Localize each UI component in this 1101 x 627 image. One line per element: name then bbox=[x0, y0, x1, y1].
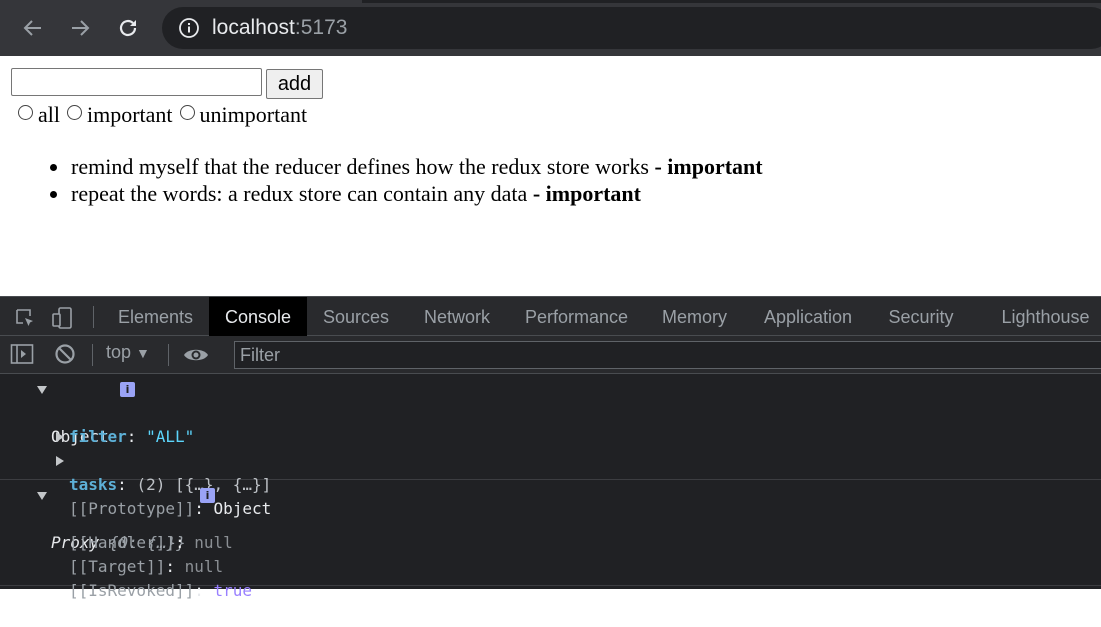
address-bar[interactable]: localhost:5173 bbox=[162, 7, 1101, 49]
tab-strip bbox=[362, 0, 1101, 3]
property-row: [[IsRevoked]]: true bbox=[69, 581, 253, 600]
console-log-proxy: Proxy {0: {…}} i [[Handler]]: null [[Tar… bbox=[0, 480, 1101, 600]
reload-icon bbox=[119, 19, 137, 37]
note-text: repeat the words: a redux store can cont… bbox=[71, 181, 533, 206]
separator bbox=[92, 344, 93, 366]
console-output: Object i filter: "ALL" tasks: (2) [{…}, … bbox=[0, 374, 1101, 600]
log-header[interactable]: Object i bbox=[0, 377, 1101, 446]
property-key: [[IsRevoked]] bbox=[69, 581, 195, 600]
info-icon[interactable] bbox=[178, 17, 200, 44]
expand-triangle-icon[interactable] bbox=[37, 386, 47, 394]
url-host: localhost bbox=[212, 16, 295, 39]
url-port: :5173 bbox=[294, 16, 348, 39]
inspect-element-icon[interactable] bbox=[14, 307, 36, 334]
note-status: - important bbox=[532, 181, 641, 206]
property-value: true bbox=[213, 581, 253, 600]
tab-console[interactable]: Console bbox=[209, 297, 307, 336]
radio-unimportant-label[interactable]: unimportant bbox=[200, 102, 308, 128]
tab-security[interactable]: Security bbox=[877, 297, 965, 336]
expand-triangle-icon[interactable] bbox=[37, 492, 47, 500]
notes-list: remind myself that the reducer defines h… bbox=[50, 153, 763, 207]
log-header[interactable]: Proxy {0: {…}} i bbox=[0, 483, 1101, 552]
tab-memory[interactable]: Memory bbox=[650, 297, 739, 336]
note-text: remind myself that the reducer defines h… bbox=[71, 154, 655, 179]
info-badge-icon[interactable]: i bbox=[120, 382, 135, 397]
property-row[interactable]: [[Prototype]]: Object bbox=[0, 449, 1101, 518]
filter-radios: all important unimportant bbox=[18, 102, 314, 128]
console-filter[interactable] bbox=[234, 341, 1101, 369]
tab-performance[interactable]: Performance bbox=[515, 297, 638, 336]
console-toolbar: top ▼ bbox=[0, 336, 1101, 374]
property-row: filter: "ALL" bbox=[69, 427, 195, 446]
reload-button[interactable] bbox=[114, 14, 142, 42]
filter-input[interactable] bbox=[235, 342, 1101, 368]
add-button[interactable]: add bbox=[266, 69, 323, 99]
expand-triangle-icon[interactable] bbox=[56, 456, 64, 466]
list-item[interactable]: remind myself that the reducer defines h… bbox=[50, 153, 763, 180]
radio-unimportant[interactable] bbox=[179, 104, 195, 120]
live-expression-eye-icon[interactable] bbox=[183, 345, 209, 370]
tab-sources[interactable]: Sources bbox=[313, 297, 399, 336]
context-label: top bbox=[106, 342, 132, 362]
radio-important-label[interactable]: important bbox=[87, 102, 173, 128]
tab-lighthouse[interactable]: Lighthouse bbox=[990, 297, 1101, 336]
tab-network[interactable]: Network bbox=[411, 297, 503, 336]
property-row[interactable]: tasks: (2) [{…}, {…}] bbox=[0, 425, 1101, 494]
tab-elements[interactable]: Elements bbox=[108, 297, 203, 336]
sidebar-toggle-icon[interactable] bbox=[10, 343, 34, 370]
devtools-panel: Elements Console Sources Network Perform… bbox=[0, 296, 1101, 600]
context-selector[interactable]: top ▼ bbox=[106, 342, 150, 363]
back-button[interactable] bbox=[19, 14, 47, 42]
new-note-input[interactable] bbox=[11, 68, 262, 96]
list-item[interactable]: repeat the words: a redux store can cont… bbox=[50, 180, 763, 207]
info-badge-icon[interactable]: i bbox=[200, 488, 215, 503]
note-status: - important bbox=[654, 154, 763, 179]
dropdown-arrow-icon: ▼ bbox=[136, 345, 150, 361]
bullet bbox=[50, 191, 57, 198]
property-row: [[Target]]: null bbox=[69, 557, 224, 576]
device-toolbar-icon[interactable] bbox=[51, 306, 75, 335]
forward-button[interactable] bbox=[66, 14, 94, 42]
clear-console-icon[interactable] bbox=[54, 343, 76, 370]
console-log-object: Object i filter: "ALL" tasks: (2) [{…}, … bbox=[0, 374, 1101, 518]
separator bbox=[93, 306, 94, 328]
expand-triangle-icon[interactable] bbox=[56, 432, 64, 442]
radio-all[interactable] bbox=[18, 104, 33, 120]
arrow-right-icon bbox=[72, 20, 90, 36]
tab-application[interactable]: Application bbox=[751, 297, 865, 336]
browser-toolbar: localhost:5173 bbox=[0, 0, 1101, 56]
property-row: [[Handler]]: null bbox=[69, 533, 233, 552]
devtools-tabbar: Elements Console Sources Network Perform… bbox=[0, 296, 1101, 336]
arrow-left-icon bbox=[23, 20, 41, 36]
radio-important[interactable] bbox=[67, 104, 82, 120]
separator bbox=[168, 344, 169, 366]
page-content: add all important unimportant remind mys… bbox=[0, 56, 1101, 296]
bullet bbox=[50, 164, 57, 171]
url-text[interactable]: localhost:5173 bbox=[212, 16, 347, 40]
radio-all-label[interactable]: all bbox=[38, 102, 60, 128]
